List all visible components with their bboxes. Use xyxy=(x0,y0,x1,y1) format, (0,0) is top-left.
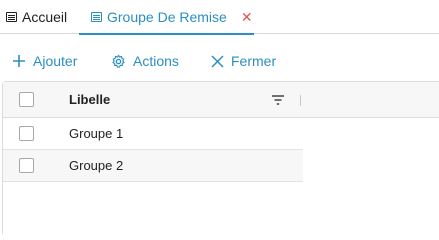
column-resize-handle[interactable] xyxy=(300,95,301,106)
active-tab-indicator xyxy=(79,33,254,35)
document-icon xyxy=(91,12,102,22)
close-tab-icon[interactable]: ✕ xyxy=(241,9,253,26)
table-row[interactable]: Groupe 2 xyxy=(3,150,303,182)
tab-groupe-de-remise-label: Groupe De Remise xyxy=(107,9,227,25)
close-button-label: Fermer xyxy=(231,53,277,69)
close-button[interactable]: Fermer xyxy=(211,46,276,76)
row-checkbox[interactable] xyxy=(19,126,34,141)
column-header-libelle[interactable]: Libelle xyxy=(69,82,110,118)
toolbar: Ajouter Actions Fermer xyxy=(0,46,439,76)
table-row[interactable]: Groupe 1 xyxy=(3,118,303,150)
select-all-checkbox[interactable] xyxy=(19,92,34,107)
document-icon xyxy=(6,12,17,22)
data-grid: Libelle Groupe 1 Groupe 2 xyxy=(2,81,439,234)
libelle-cell: Groupe 1 xyxy=(69,126,124,141)
row-checkbox[interactable] xyxy=(19,158,34,173)
plus-icon xyxy=(13,55,25,67)
actions-button[interactable]: Actions xyxy=(111,46,179,76)
tab-accueil-label: Accueil xyxy=(22,9,68,25)
tab-accueil[interactable]: Accueil xyxy=(6,0,67,34)
add-button-label: Ajouter xyxy=(33,53,78,69)
libelle-cell: Groupe 2 xyxy=(69,158,124,173)
tab-bar: Accueil Groupe De Remise ✕ xyxy=(0,0,439,35)
tab-groupe-de-remise[interactable]: Groupe De Remise ✕ xyxy=(79,0,254,35)
add-button[interactable]: Ajouter xyxy=(12,46,77,76)
close-icon xyxy=(211,54,224,68)
gear-icon xyxy=(112,54,125,68)
grid-header: Libelle xyxy=(3,82,439,118)
actions-button-label: Actions xyxy=(133,53,179,69)
filter-icon[interactable] xyxy=(271,94,285,106)
